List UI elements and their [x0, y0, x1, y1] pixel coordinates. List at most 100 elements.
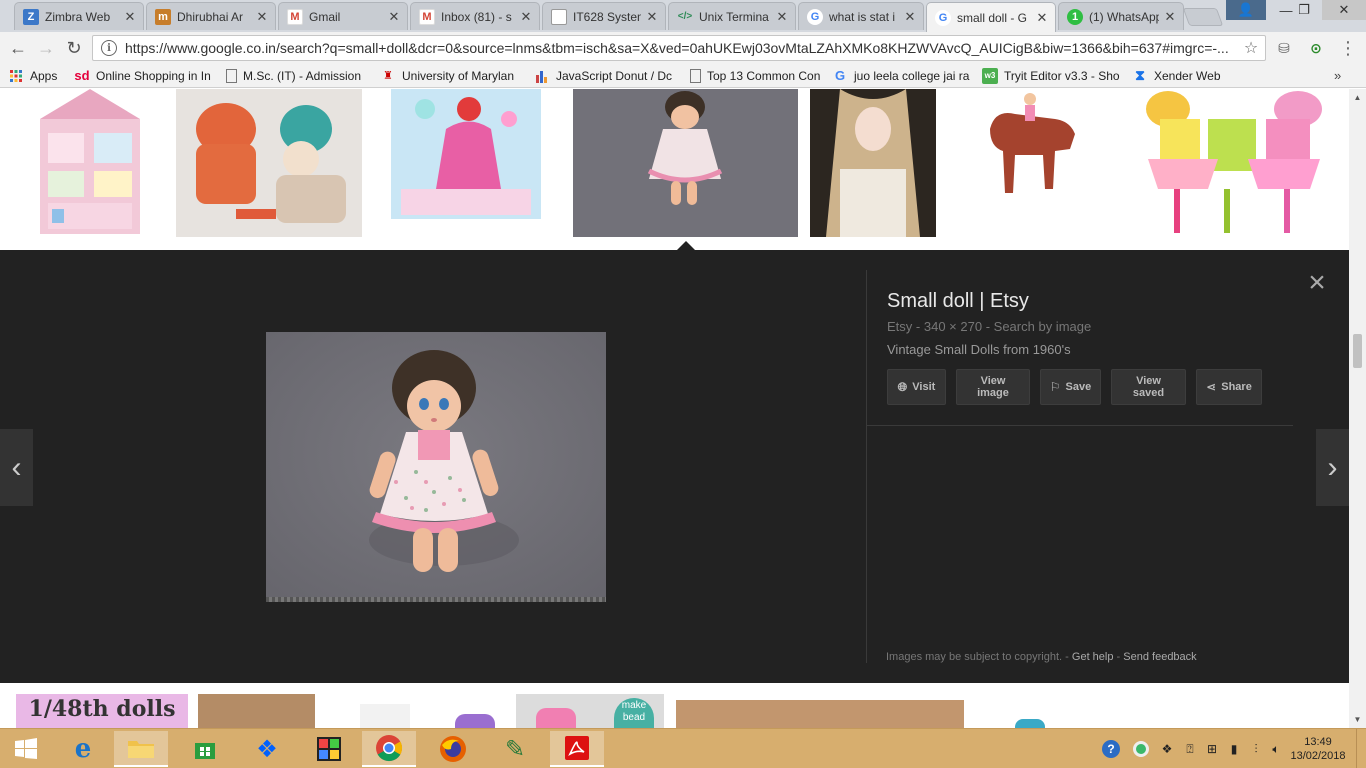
get-help-link[interactable]: Get help [1072, 651, 1114, 663]
bookmark-online-shopping[interactable]: sd Online Shopping in In [74, 68, 216, 84]
back-button[interactable]: ← [6, 36, 30, 60]
tab-what-is-stat[interactable]: G what is stat i ✕ [798, 2, 924, 30]
forward-button[interactable]: → [34, 36, 58, 60]
thumbnail-horse-doll[interactable] [975, 89, 1090, 209]
view-image-button[interactable]: View image [956, 369, 1030, 405]
ie-icon: e [74, 734, 92, 764]
tab-inbox[interactable]: M Inbox (81) - s ✕ [410, 2, 540, 30]
taskbar-internet-explorer[interactable]: e [56, 731, 110, 767]
taskbar-firefox[interactable] [426, 731, 480, 767]
page-scrollbar[interactable]: ▲ ▼ [1349, 89, 1366, 728]
code-icon: </> [677, 11, 693, 22]
start-button[interactable] [0, 731, 52, 767]
taskbar-chrome[interactable] [362, 731, 416, 767]
thumbnail-doll-hair[interactable] [198, 694, 315, 728]
tray-network-app-icon[interactable]: ❖ [1156, 729, 1178, 768]
thumbnail-vintage-doll-selected[interactable] [573, 89, 798, 237]
close-icon[interactable]: ✕ [255, 9, 269, 25]
tray-battery-icon[interactable]: ▮ [1224, 729, 1244, 768]
thumbnail-fairy-dolls[interactable] [1138, 89, 1330, 237]
tray-volume-icon[interactable]: 🔈︎ [1266, 729, 1286, 768]
menu-icon[interactable]: ⋮ [1338, 38, 1358, 58]
tray-app-icon[interactable] [1130, 729, 1152, 768]
close-icon[interactable]: ✕ [1163, 9, 1177, 25]
firefox-icon [440, 736, 466, 762]
send-feedback-link[interactable]: Send feedback [1123, 651, 1196, 663]
tab-small-doll[interactable]: G small doll - G ✕ [926, 2, 1056, 32]
address-bar[interactable]: i https://www.google.co.in/search?q=smal… [92, 35, 1266, 61]
thumbnail-knitted-dolls[interactable] [176, 89, 362, 237]
taskbar-app-colorful[interactable] [302, 731, 356, 767]
tab-dhirubhai[interactable]: m Dhirubhai Ar ✕ [146, 2, 276, 30]
previous-image-button[interactable]: ‹ [0, 429, 33, 506]
user-profile-icon[interactable]: 👤 [1226, 0, 1266, 20]
bookmark-msc-admission[interactable]: M.Sc. (IT) - Admission [226, 68, 370, 83]
url-text[interactable]: https://www.google.co.in/search?q=small+… [125, 40, 1241, 56]
thumbnail-make-bead[interactable]: make bead [516, 694, 664, 728]
next-image-button[interactable]: › [1316, 429, 1349, 506]
share-button[interactable]: ⋖ Share [1196, 369, 1262, 405]
scroll-down-icon[interactable]: ▼ [1349, 711, 1366, 728]
thumbnail-doll-white[interactable] [360, 704, 410, 728]
thumbnail-dollhouse[interactable] [30, 89, 150, 237]
tray-windows-icon[interactable]: ⊞ [1202, 729, 1222, 768]
preview-title[interactable]: Small doll | Etsy [887, 290, 1307, 313]
bookmark-star-icon[interactable]: ☆ [1241, 38, 1261, 58]
bookmark-apps[interactable]: Apps [8, 68, 64, 84]
show-desktop-button[interactable] [1356, 729, 1366, 768]
close-icon[interactable]: × [1305, 268, 1329, 298]
preview-image[interactable] [266, 332, 606, 602]
close-icon[interactable]: ✕ [775, 9, 789, 25]
reload-button[interactable]: ↻ [62, 36, 86, 60]
more-bookmarks-icon[interactable]: » [1334, 68, 1341, 83]
taskbar-store[interactable] [178, 731, 232, 767]
search-by-image-link[interactable]: Search by image [994, 319, 1092, 334]
thumbnail-48th-dolls[interactable]: 1/48th dolls [16, 694, 188, 728]
scroll-up-icon[interactable]: ▲ [1349, 89, 1366, 106]
tab-whatsapp[interactable]: 1 (1) WhatsApp ✕ [1058, 2, 1184, 30]
view-saved-button[interactable]: View saved [1111, 369, 1186, 405]
tab-it628[interactable]: IT628 System ✕ [542, 2, 666, 30]
tray-device-icon[interactable]: ⍰ [1180, 729, 1200, 768]
close-icon[interactable]: ✕ [645, 9, 659, 25]
bookmark-tryit-editor[interactable]: w3 Tryit Editor v3.3 - Sho [982, 67, 1122, 84]
make-label: make [621, 700, 647, 711]
tray-signal-icon[interactable]: ⫶ [1246, 729, 1266, 768]
profile-extension-icon[interactable]: ⊙ [1306, 38, 1326, 58]
thumbnail-bjd-doll[interactable] [810, 89, 936, 237]
taskbar-dropbox[interactable]: ❖ [240, 731, 294, 767]
bookmark-top-13[interactable]: Top 13 Common Con [690, 68, 822, 83]
close-window-button[interactable]: ✕ [1322, 0, 1366, 20]
extension-icon[interactable]: ⛁ [1274, 38, 1294, 58]
save-button[interactable]: ⚐ Save [1040, 369, 1101, 405]
thumbnail-ariel-doll[interactable] [391, 89, 541, 219]
maximize-button[interactable]: ❐ [1286, 0, 1322, 20]
bookmark-university-maryland[interactable]: ♜ University of Marylan [380, 68, 524, 84]
system-clock[interactable]: 13:49 13/02/2018 [1286, 735, 1350, 763]
close-icon[interactable]: ✕ [519, 9, 533, 25]
close-icon[interactable]: ✕ [1035, 10, 1049, 26]
thumbnail-doll-group[interactable] [676, 700, 964, 728]
close-icon[interactable]: ✕ [903, 9, 917, 25]
taskbar-file-explorer[interactable] [114, 731, 168, 767]
thumbnail-doll-blue[interactable] [1015, 719, 1045, 728]
taskbar-paint-app[interactable]: ✎ [488, 731, 542, 767]
bookmark-juo-leela[interactable]: G juo leela college jai ra [832, 68, 972, 84]
preview-source[interactable]: Etsy [887, 319, 912, 334]
visit-button[interactable]: 🌐︎ Visit [887, 369, 946, 405]
help-icon[interactable]: ? [1100, 729, 1122, 768]
bookmark-javascript-donut[interactable]: JavaScript Donut / Dc [534, 68, 680, 84]
scrollbar-thumb[interactable] [1353, 334, 1362, 368]
bookmark-xender-web[interactable]: ⧗ Xender Web [1132, 68, 1242, 84]
thumbnail-doll-purple[interactable] [455, 714, 495, 728]
taskbar-acrobat[interactable] [550, 731, 604, 767]
windows-logo-icon [15, 738, 37, 759]
tab-unix-terminal[interactable]: </> Unix Termina ✕ [668, 2, 796, 30]
info-icon[interactable]: i [101, 40, 117, 56]
tab-zimbra[interactable]: Z Zimbra Web ✕ [14, 2, 144, 30]
close-icon[interactable]: ✕ [123, 9, 137, 25]
tab-gmail[interactable]: M Gmail ✕ [278, 2, 408, 30]
chrome-icon [376, 735, 403, 762]
close-icon[interactable]: ✕ [387, 9, 401, 25]
new-tab-button[interactable] [1182, 8, 1224, 26]
